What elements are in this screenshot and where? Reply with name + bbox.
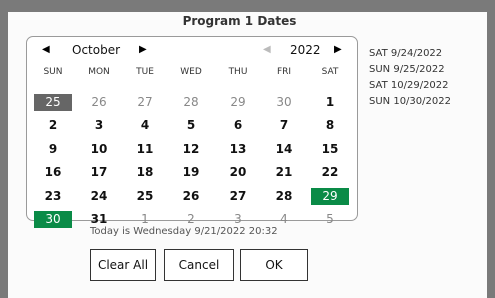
weekday-header: TUE (136, 67, 154, 77)
calendar-day[interactable]: 8 (311, 117, 349, 134)
calendar-day[interactable]: 20 (219, 164, 257, 181)
calendar-day[interactable]: 5 (311, 211, 349, 228)
weekday-header: THU (228, 67, 248, 77)
calendar-day[interactable]: 1 (311, 94, 349, 111)
calendar-day[interactable]: 7 (265, 117, 303, 134)
selected-date-item: SAT 10/29/2022 (369, 80, 449, 91)
today-status: Today is Wednesday 9/21/2022 20:32 (90, 226, 278, 237)
calendar-day[interactable]: 28 (172, 94, 210, 111)
year-label: 2022 (290, 43, 321, 57)
calendar-day[interactable]: 24 (80, 188, 118, 205)
calendar-day[interactable]: 15 (311, 141, 349, 158)
calendar-day[interactable]: 25 (34, 94, 72, 111)
calendar: ◀ October ▶ ◀ 2022 ▶ SUN MON TUE WED THU FRI S… (26, 36, 358, 228)
calendar-day[interactable]: 28 (265, 188, 303, 205)
calendar-day[interactable]: 2 (34, 117, 72, 134)
calendar-day[interactable]: 23 (34, 188, 72, 205)
calendar-day[interactable]: 13 (219, 141, 257, 158)
selected-date-item: SUN 10/30/2022 (369, 96, 451, 107)
clear-all-button[interactable]: Clear All (90, 249, 156, 281)
selected-dates-list: SAT 9/24/2022 SUN 9/25/2022 SAT 10/29/20… (369, 46, 451, 110)
weekday-header: FRI (276, 67, 292, 77)
weekday-header: MON (88, 67, 110, 77)
calendar-day[interactable]: 25 (126, 188, 164, 205)
calendar-day[interactable]: 30 (34, 211, 72, 228)
next-year-icon[interactable]: ▶ (334, 43, 342, 57)
calendar-day[interactable]: 3 (80, 117, 118, 134)
prev-month-icon[interactable]: ◀ (42, 43, 50, 57)
weekday-header: SAT (321, 67, 339, 77)
calendar-day[interactable]: 26 (172, 188, 210, 205)
month-label: October (72, 43, 121, 57)
calendar-day[interactable]: 27 (219, 188, 257, 205)
calendar-day[interactable]: 17 (80, 164, 118, 181)
calendar-day[interactable]: 14 (265, 141, 303, 158)
prev-year-icon[interactable]: ◀ (263, 43, 271, 57)
dialog-title: Program 1 Dates (182, 14, 297, 28)
calendar-day[interactable]: 4 (126, 117, 164, 134)
selected-date-item: SUN 9/25/2022 (369, 64, 445, 75)
ok-button[interactable]: OK (240, 249, 308, 281)
calendar-day[interactable]: 26 (80, 94, 118, 111)
calendar-day[interactable]: 9 (34, 141, 72, 158)
calendar-day[interactable]: 19 (172, 164, 210, 181)
calendar-day[interactable]: 29 (219, 94, 257, 111)
selected-date-item: SAT 9/24/2022 (369, 48, 443, 59)
calendar-day[interactable]: 29 (311, 188, 349, 205)
calendar-day[interactable]: 18 (126, 164, 164, 181)
calendar-day[interactable]: 16 (34, 164, 72, 181)
weekday-header: SUN (43, 67, 63, 77)
cancel-button[interactable]: Cancel (164, 249, 234, 281)
next-month-icon[interactable]: ▶ (139, 43, 147, 57)
calendar-day[interactable]: 5 (172, 117, 210, 134)
calendar-day[interactable]: 27 (126, 94, 164, 111)
calendar-day[interactable]: 12 (172, 141, 210, 158)
calendar-day[interactable]: 22 (311, 164, 349, 181)
weekday-header: WED (180, 67, 202, 77)
calendar-day[interactable]: 10 (80, 141, 118, 158)
calendar-day[interactable]: 11 (126, 141, 164, 158)
calendar-day[interactable]: 21 (265, 164, 303, 181)
calendar-day[interactable]: 30 (265, 94, 303, 111)
calendar-day[interactable]: 6 (219, 117, 257, 134)
